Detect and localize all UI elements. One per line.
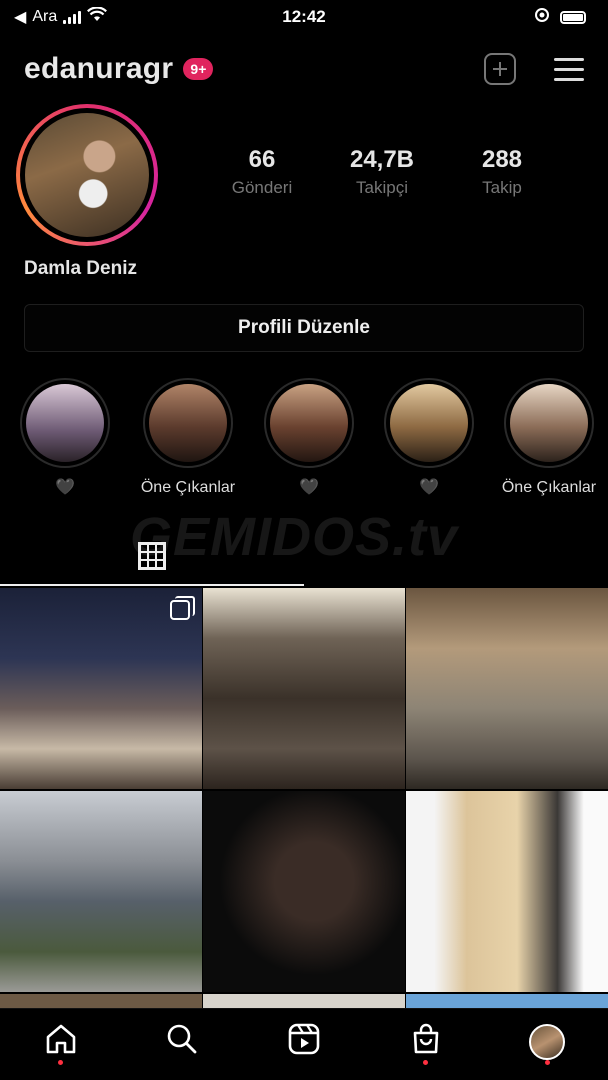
bottom-navigation: [0, 1008, 608, 1080]
home-icon: [44, 1022, 78, 1061]
back-arrow-icon[interactable]: ◀: [14, 7, 26, 27]
status-left: ◀ Ara: [14, 6, 108, 27]
status-bar: ◀ Ara 12:42: [0, 0, 608, 34]
posts-stat[interactable]: 66 Gönderi: [222, 146, 302, 198]
nav-shop[interactable]: [396, 1017, 456, 1067]
nav-home[interactable]: [31, 1017, 91, 1067]
search-icon: [165, 1022, 199, 1061]
story-highlights: 🖤 Öne Çıkanlar 🖤 🖤 Öne Çıkanlar: [0, 378, 608, 508]
home-notification-dot: [58, 1059, 64, 1065]
posts-label: Gönderi: [231, 178, 293, 197]
highlight-ring: [20, 378, 110, 468]
following-stat[interactable]: 288 Takip: [462, 146, 542, 198]
post-thumbnail[interactable]: [203, 791, 405, 992]
profile-stats: 66 Gönderi 24,7B Takipçi 288 Takip: [222, 146, 542, 198]
nav-profile[interactable]: [517, 1017, 577, 1067]
followers-stat[interactable]: 24,7B Takipçi: [342, 146, 422, 198]
avatar-photo: [25, 113, 149, 237]
reels-icon: [287, 1022, 321, 1061]
posts-grid: [0, 588, 608, 1008]
header-actions: [484, 53, 584, 85]
highlight-item[interactable]: 🖤: [254, 378, 364, 498]
profile-avatar[interactable]: [16, 104, 158, 246]
following-label: Takip: [482, 178, 522, 197]
nav-reels[interactable]: [274, 1017, 334, 1067]
profile-notification-dot: [544, 1059, 550, 1065]
highlight-ring: [143, 378, 233, 468]
profile-tab-bar: [0, 532, 608, 588]
notification-badge[interactable]: 9+: [183, 58, 214, 80]
highlight-photo: [149, 384, 227, 462]
active-tab-indicator: [0, 584, 304, 586]
status-right: [534, 7, 586, 28]
menu-icon[interactable]: [554, 57, 584, 81]
orientation-lock-icon: [534, 7, 550, 28]
highlight-item[interactable]: 🖤: [374, 378, 484, 498]
highlight-label: Öne Çıkanlar: [501, 479, 597, 496]
highlight-label: 🖤: [55, 479, 75, 496]
wifi-icon: [87, 6, 108, 27]
post-thumbnail[interactable]: [406, 994, 608, 1008]
highlight-ring: [384, 378, 474, 468]
posts-count: 66: [248, 146, 276, 173]
highlight-photo: [390, 384, 468, 462]
highlight-ring: [264, 378, 354, 468]
highlight-label: 🖤: [419, 479, 439, 496]
grid-icon[interactable]: [138, 542, 166, 570]
username[interactable]: edanuragr: [24, 52, 173, 86]
highlight-photo: [26, 384, 104, 462]
highlight-label: Öne Çıkanlar: [140, 479, 236, 496]
post-thumbnail[interactable]: [0, 994, 202, 1008]
nav-search[interactable]: [152, 1017, 212, 1067]
followers-count: 24,7B: [349, 146, 415, 173]
highlight-ring: [504, 378, 594, 468]
display-name: Damla Deniz: [24, 258, 137, 279]
post-thumbnail[interactable]: [0, 791, 202, 992]
highlight-photo: [270, 384, 348, 462]
highlight-item[interactable]: Öne Çıkanlar: [494, 378, 604, 498]
highlight-item[interactable]: 🖤: [10, 378, 120, 498]
highlight-label: 🖤: [299, 479, 319, 496]
profile-avatar-icon: [529, 1023, 566, 1060]
post-thumbnail[interactable]: [203, 994, 405, 1008]
edit-profile-button[interactable]: Profili Düzenle: [24, 304, 584, 352]
carrier-label: Ara: [32, 8, 58, 25]
post-thumbnail[interactable]: [203, 588, 405, 789]
highlight-item[interactable]: Öne Çıkanlar: [133, 378, 243, 498]
profile-header: edanuragr 9+: [0, 44, 608, 94]
shop-notification-dot: [423, 1059, 429, 1065]
highlight-photo: [510, 384, 588, 462]
post-thumbnail[interactable]: [0, 588, 202, 789]
post-thumbnail[interactable]: [406, 791, 608, 992]
add-post-icon[interactable]: [484, 53, 516, 85]
avatar-inner: [20, 108, 154, 242]
following-count: 288: [481, 146, 523, 173]
multiple-photos-icon: [170, 596, 195, 620]
followers-label: Takipçi: [356, 178, 408, 197]
signal-icon: [63, 10, 82, 24]
battery-icon: [560, 10, 586, 24]
post-thumbnail[interactable]: [406, 588, 608, 789]
shop-icon: [409, 1022, 443, 1061]
